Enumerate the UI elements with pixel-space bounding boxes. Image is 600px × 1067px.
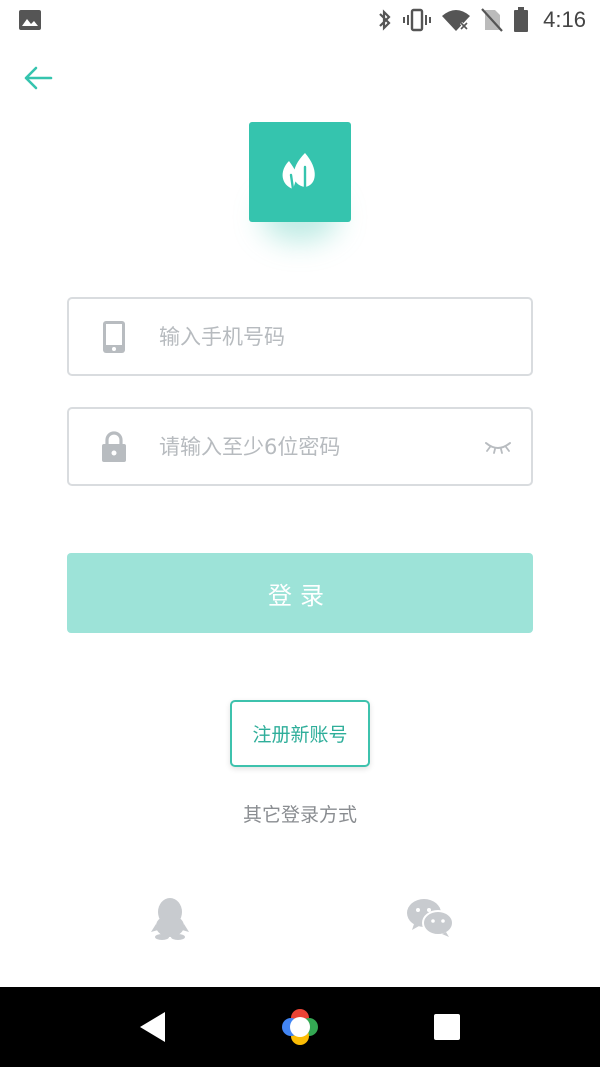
lock-icon [69,430,159,463]
vibrate-icon [403,8,432,32]
no-sim-icon [481,8,503,32]
back-button[interactable] [18,58,58,98]
eye-closed-icon[interactable] [465,439,531,455]
logo-tile [249,122,351,222]
wechat-login-button[interactable] [400,890,460,946]
image-icon [18,9,42,31]
bluetooth-icon [377,8,393,32]
phone-field[interactable] [67,297,533,376]
recents-icon [433,1014,460,1040]
wifi-icon [441,8,471,32]
wechat-icon [407,899,454,937]
register-button[interactable]: 注册新账号 [230,700,370,767]
other-login-label: 其它登录方式 [242,804,357,826]
status-time: 4:16 [543,7,586,32]
phone-icon [69,320,159,354]
password-input[interactable] [159,409,465,484]
battery-icon [513,7,529,33]
password-field[interactable] [67,407,533,486]
qq-login-button[interactable] [140,890,200,946]
arrow-left-icon [24,66,53,90]
navigation-bar [0,987,600,1067]
nav-home-button[interactable] [270,997,330,1057]
qq-icon [151,898,189,940]
leaf-icon [282,153,315,191]
home-icon [281,1009,318,1045]
status-bar: 4:16 [0,0,600,40]
nav-back-button[interactable] [123,997,183,1057]
nav-recents-button[interactable] [417,997,477,1057]
login-button[interactable]: 登录 [67,553,533,633]
phone-input[interactable] [159,299,531,374]
app-logo [249,122,351,242]
back-triangle-icon [140,1012,166,1042]
